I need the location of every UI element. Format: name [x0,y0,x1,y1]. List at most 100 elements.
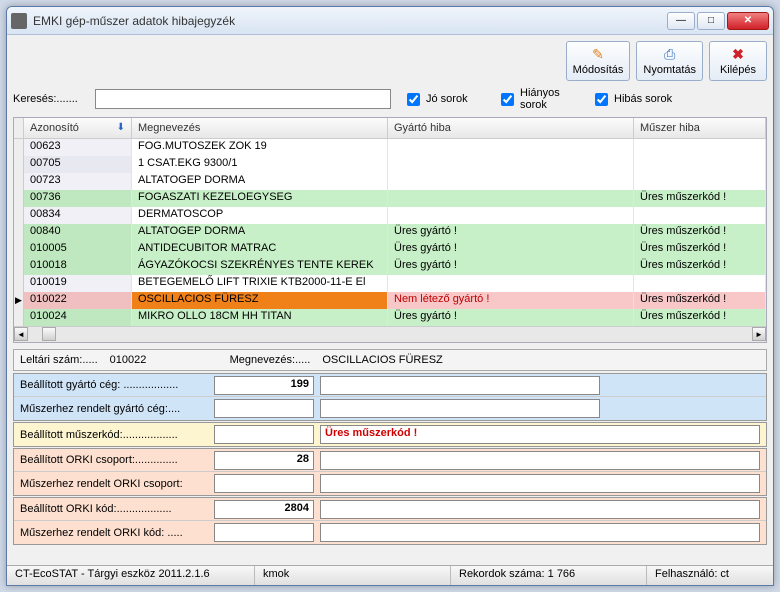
col-id[interactable]: Azonosító ⬇ [24,118,132,138]
status-records: Rekordok száma: 1 766 [451,566,647,585]
mfr-set-value[interactable]: 199 [214,376,314,395]
instr-code-error: Üres műszerkód ! [320,425,760,444]
cell-mfr-err [388,207,634,224]
print-label: Nyomtatás [643,64,696,76]
row-marker [14,275,24,292]
table-row[interactable]: 010019BETEGEMELŐ LIFT TRIXIE KTB2000-11-… [14,275,766,292]
orki-code-assigned-value[interactable] [214,523,314,542]
status-user-short: kmok [255,566,451,585]
app-icon [11,13,27,29]
orki-code-set-text[interactable] [320,500,760,519]
cell-mfr-err [388,275,634,292]
cell-mfr-err [388,156,634,173]
orki-group-set-text[interactable] [320,451,760,470]
search-row: Keresés:....... Jó sorok Hiányos sorok H… [13,87,767,111]
cell-instr-err [634,173,766,190]
chk-missing-rows-box[interactable] [501,93,514,106]
cell-mfr-err: Üres gyártó ! [388,241,634,258]
exit-icon: ✖ [730,47,746,63]
cell-mfr-err [388,173,634,190]
table-row[interactable]: 00623FOG.MUTOSZEK ZOK 19 [14,139,766,156]
scroll-left-icon[interactable]: ◄ [14,327,28,341]
row-marker [14,156,24,173]
table-row[interactable]: 00834DERMATOSCOP [14,207,766,224]
cell-id: 00623 [24,139,132,156]
table-row[interactable]: 00736FOGASZATI KEZELOEGYSEGÜres műszerkó… [14,190,766,207]
chk-error-rows[interactable]: Hibás sorok [595,93,673,106]
table-row[interactable]: 00840ALTATOGEP DORMAÜres gyártó !Üres mű… [14,224,766,241]
cell-mfr-err: Üres gyártó ! [388,309,634,326]
col-name[interactable]: Megnevezés [132,118,388,138]
row-marker [14,224,24,241]
scroll-thumb[interactable] [42,327,56,341]
exit-label: Kilépés [720,64,756,76]
cell-id: 00840 [24,224,132,241]
search-input[interactable] [95,89,391,109]
toolbar: ✎ Módosítás ⎙ Nyomtatás ✖ Kilépés [13,41,767,81]
row-marker [14,258,24,275]
name-value: OSCILLACIOS FÜRESZ [316,354,448,366]
details-panel: Leltári szám:..... 010022 Megnevezés:...… [13,349,767,546]
cell-id: 00834 [24,207,132,224]
orki-group-set-value[interactable]: 28 [214,451,314,470]
cell-name: ALTATOGEP DORMA [132,173,388,190]
exit-button[interactable]: ✖ Kilépés [709,41,767,81]
cell-name: MIKRO OLLO 18CM HH TITAN [132,309,388,326]
statusbar: CT-EcoSTAT - Tárgyi eszköz 2011.2.1.6 km… [7,565,773,585]
instr-code-value[interactable] [214,425,314,444]
horizontal-scrollbar[interactable]: ◄ ► [14,326,766,342]
cell-instr-err: Üres műszerkód ! [634,309,766,326]
orki-group-assigned-text[interactable] [320,474,760,493]
row-marker [14,173,24,190]
edit-button[interactable]: ✎ Módosítás [566,41,631,81]
sort-arrow-icon: ⬇ [117,122,125,133]
table-row[interactable]: 010018ÁGYAZÓKOCSI SZEKRÉNYES TENTE KEREK… [14,258,766,275]
orki-group-panel: Beállított ORKI csoport:.............. 2… [13,448,767,496]
print-icon: ⎙ [662,47,678,63]
mfr-assigned-value[interactable] [214,399,314,418]
data-grid[interactable]: Azonosító ⬇ Megnevezés Gyártó hiba Műsze… [13,117,767,343]
col-instr-err[interactable]: Műszer hiba [634,118,766,138]
table-row[interactable]: 010005ANTIDECUBITOR MATRACÜres gyártó !Ü… [14,241,766,258]
close-button[interactable]: ✕ [727,12,769,30]
mfr-assigned-label: Műszerhez rendelt gyártó cég:.... [14,403,214,415]
chk-error-rows-box[interactable] [595,93,608,106]
grid-body[interactable]: 00623FOG.MUTOSZEK ZOK 19007051 CSAT.EKG … [14,139,766,326]
cell-id: 00723 [24,173,132,190]
chk-missing-rows[interactable]: Hiányos sorok [501,87,579,111]
orki-code-assigned-label: Műszerhez rendelt ORKI kód: ..... [14,527,214,539]
minimize-button[interactable]: — [667,12,695,30]
cell-id: 010018 [24,258,132,275]
chk-good-rows-box[interactable] [407,93,420,106]
cell-name: ÁGYAZÓKOCSI SZEKRÉNYES TENTE KEREK [132,258,388,275]
scroll-right-icon[interactable]: ► [752,327,766,341]
titlebar[interactable]: EMKI gép-műszer adatok hibajegyzék — □ ✕ [7,7,773,35]
table-row[interactable]: 010024MIKRO OLLO 18CM HH TITANÜres gyárt… [14,309,766,326]
mfr-assigned-text[interactable] [320,399,600,418]
col-mfr-err[interactable]: Gyártó hiba [388,118,634,138]
orki-group-assigned-value[interactable] [214,474,314,493]
orki-code-set-value[interactable]: 2804 [214,500,314,519]
maximize-button[interactable]: □ [697,12,725,30]
row-marker [14,190,24,207]
orki-code-set-label: Beállított ORKI kód:.................. [14,503,214,515]
cell-id: 010005 [24,241,132,258]
table-row[interactable]: 00723ALTATOGEP DORMA [14,173,766,190]
search-label: Keresés:....... [13,93,91,105]
cell-id: 010022 [24,292,132,309]
summary-row: Leltári szám:..... 010022 Megnevezés:...… [13,349,767,371]
name-label: Megnevezés:..... [224,354,317,366]
mfr-set-label: Beállított gyártó cég: .................… [14,379,214,391]
row-marker: ▶ [14,292,24,309]
chk-good-rows[interactable]: Jó sorok [407,93,485,106]
table-row[interactable]: 007051 CSAT.EKG 9300/1 [14,156,766,173]
orki-code-assigned-text[interactable] [320,523,760,542]
cell-instr-err [634,156,766,173]
table-row[interactable]: ▶010022OSCILLACIOS FÜRESZNem létező gyár… [14,292,766,309]
mfr-set-text[interactable] [320,376,600,395]
status-app: CT-EcoSTAT - Tárgyi eszköz 2011.2.1.6 [7,566,255,585]
cell-mfr-err [388,139,634,156]
cell-name: 1 CSAT.EKG 9300/1 [132,156,388,173]
print-button[interactable]: ⎙ Nyomtatás [636,41,703,81]
cell-name: FOG.MUTOSZEK ZOK 19 [132,139,388,156]
